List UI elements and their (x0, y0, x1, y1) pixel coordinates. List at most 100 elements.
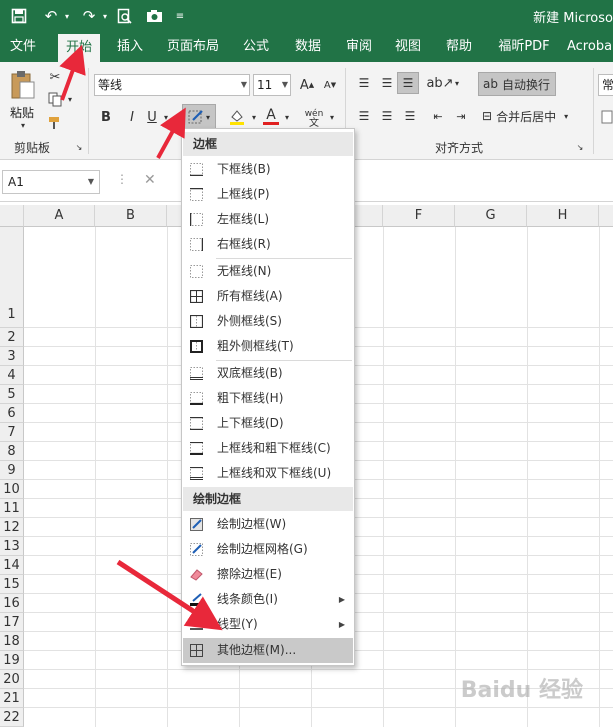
row-header[interactable]: 13 (0, 537, 24, 556)
align-center-icon[interactable]: ☰ (377, 106, 397, 126)
decrease-font-size-icon[interactable]: A ▼ (320, 74, 340, 96)
font-name-combo[interactable]: 等线 ▼ (94, 74, 250, 96)
tab-view[interactable]: 视图 (389, 32, 427, 62)
menu-item-line-color[interactable]: 线条颜色(I) ▶ (183, 587, 353, 612)
paste-icon[interactable] (8, 68, 38, 102)
tab-help[interactable]: 帮助 (440, 32, 478, 62)
tab-file[interactable]: 文件 (4, 32, 42, 62)
menu-item-erase-border[interactable]: 擦除边框(E) (183, 562, 353, 587)
number-format-combo[interactable]: 常 (598, 74, 613, 96)
font-color-button[interactable]: A (262, 104, 280, 128)
customize-icon[interactable]: ≡ (174, 6, 186, 26)
merge-center-button[interactable]: ⊟ 合并后居中 ▾ (480, 104, 580, 128)
align-middle-icon[interactable]: ☰ (377, 74, 397, 92)
row-header[interactable]: 14 (0, 556, 24, 575)
print-preview-icon[interactable] (114, 6, 134, 26)
orientation-icon[interactable]: ab↗ (426, 74, 453, 92)
name-box[interactable]: A1 ▼ (2, 170, 100, 194)
camera-icon[interactable] (143, 6, 165, 26)
menu-item-top-thick-bottom-border[interactable]: 上框线和粗下框线(C) (183, 436, 353, 461)
column-header[interactable]: A (24, 205, 95, 227)
row-header[interactable]: 18 (0, 632, 24, 651)
fill-dropdown-icon[interactable]: ▾ (249, 110, 259, 124)
increase-font-size-icon[interactable]: A ▲ (296, 74, 318, 96)
tab-foxit-pdf[interactable]: 福昕PDF (493, 32, 555, 62)
menu-item-top-bottom-border[interactable]: 上下框线(D) (183, 411, 353, 436)
undo-icon[interactable]: ↶ (40, 6, 62, 26)
menu-item-left-border[interactable]: 左框线(L) (183, 207, 353, 232)
menu-item-thick-bottom-border[interactable]: 粗下框线(H) (183, 386, 353, 411)
row-header[interactable]: 8 (0, 442, 24, 461)
paste-dropdown-icon[interactable]: ▾ (13, 120, 33, 130)
align-bottom-icon[interactable]: ☰ (397, 72, 419, 94)
font-size-combo[interactable]: 11 ▼ (253, 74, 291, 96)
underline-dropdown-icon[interactable]: ▾ (161, 110, 171, 124)
borders-button[interactable]: ▾ (182, 104, 216, 130)
menu-item-draw-border[interactable]: 绘制边框(W) (183, 512, 353, 537)
accounting-format-icon[interactable] (600, 106, 613, 128)
wrap-text-button[interactable]: ab 自动换行 (478, 72, 556, 96)
font-color-dropdown-icon[interactable]: ▾ (282, 110, 292, 124)
row-header[interactable]: 12 (0, 518, 24, 537)
underline-button[interactable]: U (144, 106, 160, 128)
menu-item-outside-borders[interactable]: 外侧框线(S) (183, 309, 353, 334)
menu-item-top-double-bottom-border[interactable]: 上框线和双下框线(U) (183, 461, 353, 486)
align-right-icon[interactable]: ☰ (400, 106, 420, 126)
column-header[interactable]: H (527, 205, 599, 227)
copy-icon[interactable] (46, 90, 64, 108)
row-header[interactable]: 6 (0, 404, 24, 423)
cut-icon[interactable]: ✂ (46, 68, 64, 86)
menu-item-line-style[interactable]: 线型(Y) ▶ (183, 612, 353, 637)
row-header[interactable]: 15 (0, 575, 24, 594)
tab-data[interactable]: 数据 (288, 32, 328, 62)
tab-review[interactable]: 审阅 (340, 32, 378, 62)
menu-item-no-border[interactable]: 无框线(N) (183, 259, 353, 284)
menu-item-bottom-border[interactable]: 下框线(B) (183, 157, 353, 182)
row-header[interactable]: 1 (0, 227, 24, 328)
column-header[interactable]: F (383, 205, 455, 227)
format-painter-icon[interactable] (46, 114, 64, 132)
decrease-indent-icon[interactable]: ⇤ (428, 106, 448, 126)
row-header[interactable]: 16 (0, 594, 24, 613)
copy-dropdown-icon[interactable]: ▾ (65, 92, 75, 106)
row-header[interactable]: 5 (0, 385, 24, 404)
align-top-icon[interactable]: ☰ (354, 74, 374, 92)
phonetic-button[interactable]: wén 文 (300, 106, 328, 130)
column-header[interactable]: B (95, 205, 167, 227)
column-header[interactable]: G (455, 205, 527, 227)
menu-item-right-border[interactable]: 右框线(R) (183, 232, 353, 257)
row-header[interactable]: 4 (0, 366, 24, 385)
menu-item-double-bottom-border[interactable]: 双底框线(B) (183, 361, 353, 386)
row-header[interactable]: 20 (0, 670, 24, 689)
bold-button[interactable]: B (96, 106, 116, 128)
column-header[interactable] (599, 205, 613, 227)
tab-acrobat[interactable]: Acroba (567, 32, 613, 62)
tab-home[interactable]: 开始 (58, 34, 100, 62)
row-header[interactable]: 22 (0, 708, 24, 727)
select-all-corner[interactable] (0, 205, 24, 227)
row-header[interactable]: 9 (0, 461, 24, 480)
italic-button[interactable]: I (122, 106, 142, 128)
row-header[interactable]: 17 (0, 613, 24, 632)
row-header[interactable]: 21 (0, 689, 24, 708)
menu-item-draw-border-grid[interactable]: 绘制边框网格(G) (183, 537, 353, 562)
redo-icon[interactable]: ↷ (78, 6, 100, 26)
align-left-icon[interactable]: ☰ (354, 106, 374, 126)
menu-item-thick-outside-borders[interactable]: 粗外侧框线(T) (183, 334, 353, 359)
row-header[interactable]: 11 (0, 499, 24, 518)
clipboard-launcher-icon[interactable]: ↘ (74, 142, 84, 152)
tab-page-layout[interactable]: 页面布局 (163, 32, 223, 62)
menu-item-more-borders[interactable]: 其他边框(M)... (183, 638, 353, 663)
save-icon[interactable] (8, 6, 30, 26)
orientation-dropdown-icon[interactable]: ▾ (452, 76, 462, 90)
alignment-launcher-icon[interactable]: ↘ (575, 142, 585, 152)
redo-dropdown-icon[interactable]: ▾ (100, 6, 110, 26)
paste-label[interactable]: 粘贴 (10, 104, 34, 121)
menu-item-top-border[interactable]: 上框线(P) (183, 182, 353, 207)
row-header[interactable]: 10 (0, 480, 24, 499)
row-header[interactable]: 2 (0, 328, 24, 347)
menu-item-all-borders[interactable]: 所有框线(A) (183, 284, 353, 309)
increase-indent-icon[interactable]: ⇥ (451, 106, 471, 126)
cancel-icon[interactable]: ✕ (144, 172, 156, 188)
undo-dropdown-icon[interactable]: ▾ (62, 6, 72, 26)
